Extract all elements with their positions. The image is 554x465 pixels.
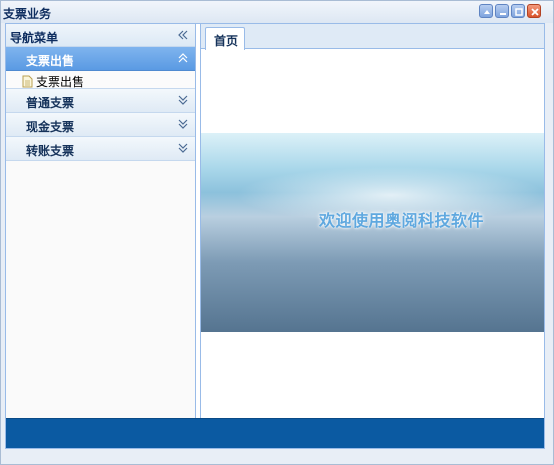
nav-panel: 导航菜单 支票出售 支票出售 普通支票 现金支票 转账支票 (6, 24, 196, 418)
double-chevron-down-icon[interactable] (177, 142, 189, 154)
tab-home[interactable]: 首页 (205, 27, 245, 50)
nav-panel-header: 导航菜单 (6, 24, 195, 47)
window-titlebar: 支票业务 (1, 1, 553, 23)
maximize-button[interactable] (511, 4, 525, 18)
triangle-up-icon (484, 10, 490, 14)
nav-item-zhipiao-chushou[interactable]: 支票出售 (22, 73, 84, 90)
close-button[interactable] (527, 4, 541, 18)
tab-strip: 首页 (201, 24, 544, 50)
double-chevron-left-icon[interactable] (177, 29, 189, 41)
content-panel: 首页 欢迎使用奥阅科技软件 (200, 24, 544, 418)
nav-section-label: 现金支票 (26, 120, 75, 134)
maximize-icon (515, 8, 523, 16)
nav-item-label: 支票出售 (36, 75, 85, 89)
tab-label: 首页 (214, 34, 239, 48)
footer-bar (6, 418, 544, 448)
window-title: 支票业务 (3, 7, 52, 21)
nav-panel-title: 导航菜单 (10, 31, 59, 45)
minimize-icon (500, 13, 506, 15)
nav-section-body: 支票出售 (6, 71, 195, 89)
nav-section-putong-zhipiao[interactable]: 普通支票 (6, 89, 195, 113)
minimize-button[interactable] (495, 4, 509, 18)
layout-container: 导航菜单 支票出售 支票出售 普通支票 现金支票 转账支票 首页 欢迎使用奥阅科… (5, 23, 545, 449)
document-icon (22, 75, 33, 88)
window-controls (479, 4, 541, 18)
nav-section-label: 转账支票 (26, 144, 75, 158)
nav-section-zhipiao-chushou[interactable]: 支票出售 (6, 47, 195, 71)
welcome-text: 欢迎使用奥阅科技软件 (319, 211, 485, 230)
close-icon (531, 8, 539, 16)
double-chevron-up-icon[interactable] (177, 52, 189, 64)
nav-section-label: 支票出售 (26, 54, 75, 68)
nav-section-zhuanzhang-zhipiao[interactable]: 转账支票 (6, 137, 195, 161)
app-window: 支票业务 导航菜单 支票出售 支票出售 普通支票 现金支票 转账支票 首页 欢迎… (0, 0, 554, 465)
nav-section-xianjin-zhipiao[interactable]: 现金支票 (6, 113, 195, 137)
collapse-window-button[interactable] (479, 4, 493, 18)
welcome-banner: 欢迎使用奥阅科技软件 (201, 133, 544, 332)
double-chevron-down-icon[interactable] (177, 118, 189, 130)
nav-section-label: 普通支票 (26, 96, 75, 110)
double-chevron-down-icon[interactable] (177, 94, 189, 106)
